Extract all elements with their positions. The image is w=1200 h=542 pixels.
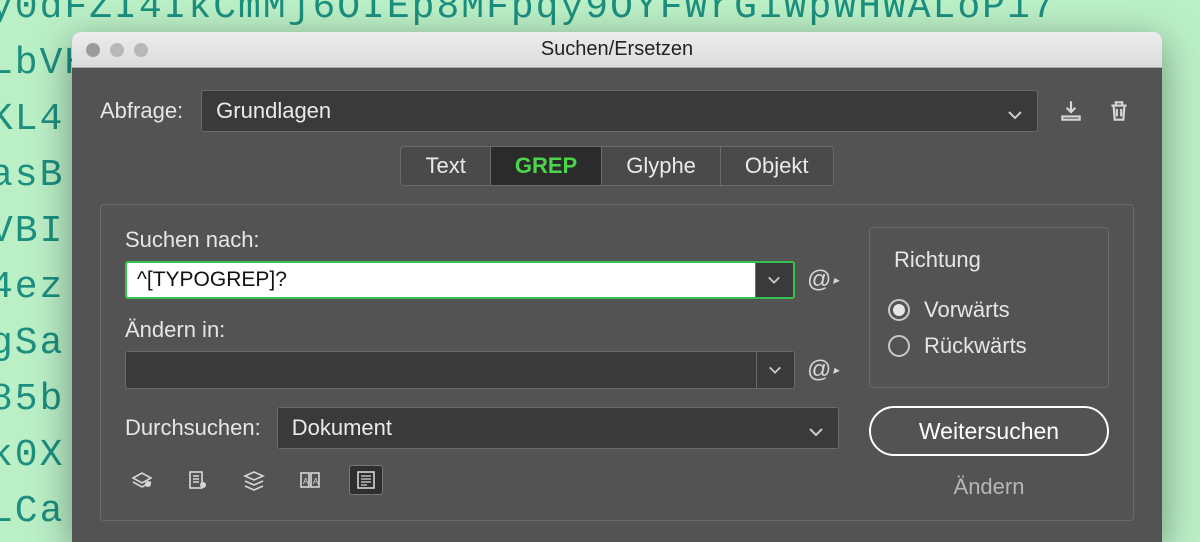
replace-value [126, 352, 756, 388]
search-panel: Suchen nach: ^[TYPOGREP]? @▸ Ändern in: [100, 204, 1134, 521]
locked-stories-icon[interactable] [181, 465, 215, 495]
direction-label: Richtung [888, 247, 987, 273]
search-input[interactable]: ^[TYPOGREP]? [125, 261, 795, 299]
query-select[interactable]: Grundlagen [201, 90, 1038, 132]
special-chars-replace-button[interactable]: @▸ [807, 356, 839, 384]
locked-layers-icon[interactable] [125, 465, 159, 495]
search-label: Suchen nach: [125, 227, 839, 253]
search-option-icons: AA [125, 465, 839, 495]
replace-label: Ändern in: [125, 317, 839, 343]
tab-glyph[interactable]: Glyphe [602, 147, 721, 185]
chevron-down-icon [808, 420, 824, 436]
tab-grep[interactable]: GREP [491, 147, 602, 185]
search-value: ^[TYPOGREP]? [127, 263, 755, 297]
query-value: Grundlagen [216, 98, 331, 124]
svg-text:A: A [313, 477, 319, 486]
save-query-button[interactable] [1056, 96, 1086, 126]
replace-input[interactable] [125, 351, 795, 389]
change-button[interactable]: Ändern [869, 474, 1109, 500]
direction-backward[interactable]: Rückwärts [888, 333, 1090, 359]
dialog-content: Abfrage: Grundlagen Text GREP Glyphe Obj… [72, 68, 1162, 542]
special-chars-button[interactable]: @▸ [807, 266, 839, 294]
footnotes-icon[interactable] [349, 465, 383, 495]
search-history-dropdown[interactable] [755, 263, 793, 297]
replace-history-dropdown[interactable] [756, 352, 794, 388]
hidden-layers-icon[interactable] [237, 465, 271, 495]
direction-backward-label: Rückwärts [924, 333, 1027, 359]
direction-forward-label: Vorwärts [924, 297, 1010, 323]
tab-object[interactable]: Objekt [721, 147, 833, 185]
radio-selected-icon [888, 299, 910, 321]
find-replace-dialog: Suchen/Ersetzen Abfrage: Grundlagen Text… [72, 32, 1162, 542]
find-next-button[interactable]: Weitersuchen [869, 406, 1109, 456]
direction-forward[interactable]: Vorwärts [888, 297, 1090, 323]
delete-query-button[interactable] [1104, 96, 1134, 126]
tab-text[interactable]: Text [401, 147, 490, 185]
direction-fieldset: Richtung Vorwärts Rückwärts [869, 227, 1109, 388]
radio-unselected-icon [888, 335, 910, 357]
scope-value: Dokument [292, 415, 392, 441]
scope-select[interactable]: Dokument [277, 407, 839, 449]
window-title: Suchen/Ersetzen [72, 38, 1162, 61]
query-label: Abfrage: [100, 98, 183, 124]
chevron-down-icon [1007, 103, 1023, 119]
titlebar: Suchen/Ersetzen [72, 32, 1162, 68]
svg-text:A: A [303, 477, 309, 486]
mode-tabs: Text GREP Glyphe Objekt [100, 146, 1134, 186]
scope-label: Durchsuchen: [125, 415, 261, 441]
master-pages-icon[interactable]: AA [293, 465, 327, 495]
